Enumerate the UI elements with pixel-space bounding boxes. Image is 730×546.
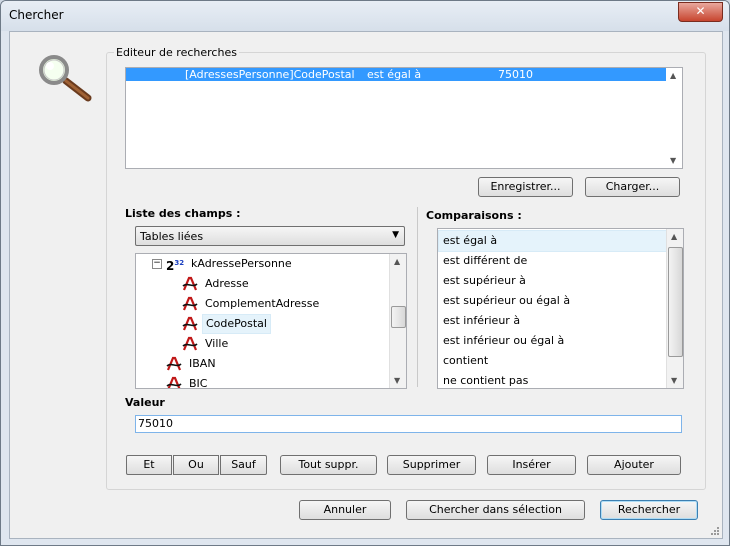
- text-field-icon: [166, 376, 182, 388]
- comparisons-label: Comparaisons :: [426, 209, 522, 222]
- tree-item-label: IBAN: [189, 357, 216, 370]
- window-title: Chercher: [9, 8, 64, 22]
- insert-button[interactable]: Insérer: [487, 455, 576, 475]
- integer-field-icon: 232: [166, 259, 185, 273]
- fields-label: Liste des champs :: [125, 207, 241, 220]
- criteria-field: [AdressesPersonne]CodePostal: [185, 68, 355, 81]
- text-field-icon: [182, 316, 198, 332]
- text-field-icon: [166, 356, 182, 372]
- and-button[interactable]: Et: [126, 455, 172, 475]
- chevron-down-icon: ▼: [392, 230, 399, 240]
- comparison-item[interactable]: ne contient pas: [439, 371, 667, 388]
- except-button[interactable]: Sauf: [220, 455, 267, 475]
- comparison-item[interactable]: contient: [439, 351, 667, 371]
- magnifier-icon: [39, 55, 92, 102]
- criteria-row[interactable]: [AdressesPersonne]CodePostal est égal à …: [126, 68, 666, 81]
- tree-item-ville[interactable]: Ville: [136, 334, 386, 354]
- scroll-down-icon[interactable]: ▼: [670, 156, 676, 165]
- comparisons-scrollbar[interactable]: ▲ ▼: [666, 229, 683, 388]
- fields-scrollbar[interactable]: ▲ ▼: [389, 254, 406, 388]
- scroll-down-icon[interactable]: ▼: [671, 376, 677, 385]
- divider: [417, 207, 418, 387]
- criteria-list[interactable]: [AdressesPersonne]CodePostal est égal à …: [125, 67, 683, 169]
- scroll-down-icon[interactable]: ▼: [394, 376, 400, 385]
- tables-dropdown[interactable]: Tables liées ▼: [135, 226, 405, 246]
- comparison-item[interactable]: est inférieur ou égal à: [439, 331, 667, 351]
- clear-all-button[interactable]: Tout suppr.: [280, 455, 377, 475]
- scroll-up-icon[interactable]: ▲: [670, 71, 676, 80]
- comparison-item[interactable]: est supérieur à: [439, 271, 667, 291]
- search-button[interactable]: Rechercher: [600, 500, 698, 520]
- text-field-icon: [182, 336, 198, 352]
- resize-grip-icon[interactable]: [710, 526, 720, 536]
- dialog-body: Editeur de recherches [AdressesPersonne]…: [9, 31, 723, 539]
- comparison-item[interactable]: est différent de: [439, 251, 667, 271]
- tree-item-kadressepersonne[interactable]: −232 kAdressePersonne: [136, 254, 386, 274]
- tree-item-label: ComplementAdresse: [205, 297, 320, 310]
- scroll-thumb[interactable]: [391, 306, 406, 328]
- close-icon: ✕: [695, 4, 706, 18]
- add-button[interactable]: Ajouter: [587, 455, 681, 475]
- tree-item-label: kAdressePersonne: [191, 257, 292, 270]
- tree-item-label: Ville: [205, 337, 229, 350]
- criteria-value: 75010: [498, 68, 533, 81]
- tree-item-codepostal[interactable]: CodePostal: [136, 314, 386, 334]
- delete-button[interactable]: Supprimer: [387, 455, 476, 475]
- value-input-text: 75010: [138, 417, 173, 430]
- value-input[interactable]: 75010: [135, 415, 682, 433]
- cancel-button[interactable]: Annuler: [299, 500, 391, 520]
- comparison-item[interactable]: est supérieur ou égal à: [439, 291, 667, 311]
- criteria-comparison: est égal à: [367, 68, 422, 81]
- tree-item-label: Adresse: [205, 277, 249, 290]
- fields-tree[interactable]: −232 kAdressePersonne Adresse ComplementAdr…: [135, 253, 407, 389]
- scroll-thumb[interactable]: [668, 247, 683, 357]
- tree-item-bic[interactable]: BIC: [136, 374, 386, 389]
- comparison-item[interactable]: est égal à: [438, 230, 668, 252]
- editor-label: Editeur de recherches: [114, 46, 239, 59]
- search-dialog: Chercher ✕ Editeur de recherches [Adress…: [0, 0, 730, 546]
- tree-item-complementadresse[interactable]: ComplementAdresse: [136, 294, 386, 314]
- load-button[interactable]: Charger...: [585, 177, 680, 197]
- value-label: Valeur: [125, 396, 165, 409]
- comparison-item[interactable]: est inférieur à: [439, 311, 667, 331]
- criteria-scrollbar[interactable]: ▲ ▼: [666, 68, 682, 168]
- title-bar: Chercher ✕: [1, 1, 729, 31]
- comparisons-list[interactable]: est égal à est différent de est supérieur …: [437, 228, 684, 389]
- tree-item-label: BIC: [189, 377, 208, 389]
- search-in-selection-button[interactable]: Chercher dans sélection: [406, 500, 585, 520]
- save-button[interactable]: Enregistrer...: [478, 177, 573, 197]
- tree-item-iban[interactable]: IBAN: [136, 354, 386, 374]
- scroll-up-icon[interactable]: ▲: [671, 232, 677, 241]
- scroll-up-icon[interactable]: ▲: [394, 257, 400, 266]
- tree-item-label: CodePostal: [202, 314, 271, 334]
- tree-item-adresse[interactable]: Adresse: [136, 274, 386, 294]
- text-field-icon: [182, 296, 198, 312]
- close-button[interactable]: ✕: [678, 2, 723, 22]
- or-button[interactable]: Ou: [173, 455, 219, 475]
- tables-dropdown-value: Tables liées: [140, 230, 204, 243]
- collapse-icon[interactable]: −: [152, 259, 162, 269]
- text-field-icon: [182, 276, 198, 292]
